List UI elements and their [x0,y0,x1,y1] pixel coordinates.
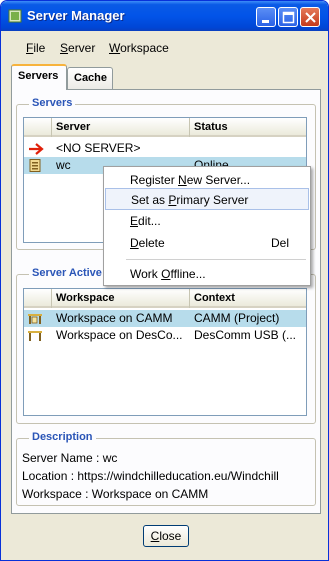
window-title: Server Manager [27,8,125,23]
menu-item-work-offline[interactable]: Work Offline... [105,263,309,285]
tab-servers[interactable]: Servers [11,64,67,90]
server-cell: wc [56,158,71,172]
context-menu: Register New Server... Set as Primary Se… [103,166,311,286]
workspace-cell: Workspace on DesCo... [56,328,183,342]
tab-cache[interactable]: Cache [67,67,113,89]
app-icon [8,9,22,23]
menu-workspace[interactable]: Workspace [109,41,169,55]
menu-item-edit[interactable]: Edit... [105,210,309,232]
minimize-button[interactable] [256,7,276,27]
menu-separator [126,259,306,260]
close-window-button[interactable] [300,7,320,27]
maximize-button[interactable] [278,7,298,27]
table-row[interactable]: <NO SERVER> [24,140,306,157]
servers-group-title: Servers [29,97,76,109]
context-cell: CAMM (Project) [194,311,280,325]
menu-item-set-primary-server[interactable]: Set as Primary Server [105,188,309,210]
minimize-icon [262,20,269,23]
active-workspace-group: Server Active Workspace Workspace Contex… [16,267,316,424]
table-row[interactable]: Workspace on CAMM CAMM (Project) [24,310,306,327]
table-row[interactable]: Workspace on DesCo... DesComm USB (... [24,327,306,344]
red-arrow-icon [29,143,44,155]
workspace-column-header[interactable]: Workspace [52,289,190,308]
workspace-cell: Workspace on CAMM [56,311,173,325]
context-column-header[interactable]: Context [190,289,306,308]
description-workspace: Workspace : Workspace on CAMM [22,487,209,501]
maximize-icon [282,11,295,24]
server-icon [29,159,41,172]
description-location: Location : https://windchilleducation.eu… [22,469,279,483]
servers-table-header: Server Status [24,118,306,137]
icon-column-header[interactable] [24,118,52,137]
close-icon [305,12,316,23]
menu-server[interactable]: Server [60,41,95,55]
icon-column-header[interactable] [24,289,52,308]
description-group-title: Description [29,431,96,443]
server-cell: <NO SERVER> [56,141,141,155]
menu-file[interactable]: File [26,41,45,55]
status-column-header[interactable]: Status [190,118,306,137]
workspaces-table[interactable]: Workspace Context Workspace on CAMM CAMM… [23,288,307,416]
servers-tab-panel: Servers Server Status <NO SERVER> wc Onl… [11,89,321,514]
close-button[interactable]: Close [143,525,189,547]
description-group: Description Server Name : wc Location : … [16,431,316,506]
title-bar[interactable]: Server Manager [1,1,328,31]
context-cell: DesComm USB (... [194,328,297,342]
menu-bar: File Server Workspace [4,37,324,59]
workspace-icon [28,331,42,341]
workspace-icon [28,314,42,324]
workspaces-table-header: Workspace Context [24,289,306,308]
server-column-header[interactable]: Server [52,118,190,137]
delete-shortcut: Del [270,236,289,250]
description-server-name: Server Name : wc [22,451,118,465]
menu-item-delete[interactable]: Delete Del [105,232,309,254]
